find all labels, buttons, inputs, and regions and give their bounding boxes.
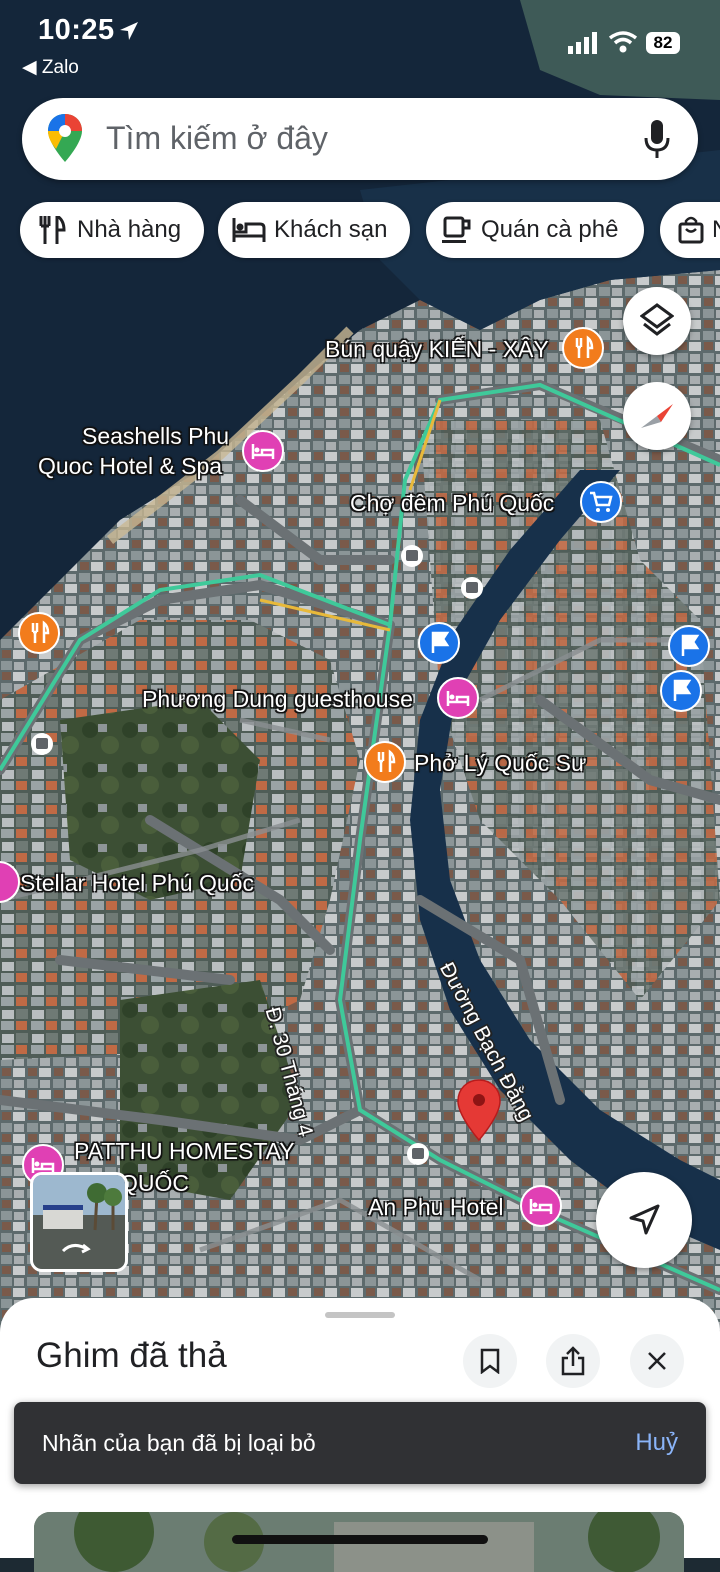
hotel-pin-icon[interactable] [520, 1185, 562, 1227]
location-arrow-icon [120, 22, 138, 40]
bus-stop-icon[interactable] [400, 544, 424, 568]
home-indicator[interactable] [232, 1535, 488, 1544]
snackbar: Nhãn của bạn đã bị loại bỏ Huỷ [14, 1402, 706, 1484]
sheet-title: Ghim đã thả [36, 1336, 227, 1375]
bus-stop-icon[interactable] [460, 576, 484, 600]
search-input[interactable]: Tìm kiếm ở đây [106, 120, 328, 157]
share-icon [561, 1346, 585, 1376]
place-label[interactable]: Bún quậy KIẾN - XÂY [325, 336, 549, 363]
restaurant-pin-icon[interactable] [562, 327, 604, 369]
battery-indicator: 82 [646, 32, 680, 54]
chip-hotels[interactable]: Khách sạn [218, 202, 410, 258]
close-icon [648, 1352, 666, 1370]
parking-flag-icon[interactable] [418, 622, 460, 664]
place-label[interactable]: Stellar Hotel Phú Quốc [20, 870, 254, 897]
status-bar: 10:25 ◀ Zalo 82 [0, 0, 720, 90]
place-label[interactable]: QUỐC [120, 1170, 189, 1197]
close-button[interactable] [630, 1334, 684, 1388]
chip-label: Quán cà phê [481, 216, 619, 243]
street-view-thumbnail[interactable] [30, 1172, 128, 1272]
save-button[interactable] [463, 1334, 517, 1388]
coffee-cup-icon [442, 216, 471, 243]
wifi-icon [608, 31, 638, 53]
back-to-app-link[interactable]: ◀ Zalo [22, 56, 79, 79]
parking-flag-icon[interactable] [668, 625, 710, 667]
dropped-pin-icon[interactable] [456, 1078, 502, 1142]
microphone-icon[interactable] [644, 120, 670, 158]
status-time: 10:25 [38, 14, 115, 46]
undo-button[interactable]: Huỷ [635, 1429, 678, 1457]
shopping-cart-icon[interactable] [580, 481, 622, 523]
chip-label: Khách sạn [274, 216, 388, 243]
cellular-signal-icon [568, 32, 597, 54]
place-label[interactable]: An Phu Hotel [368, 1194, 504, 1221]
place-label[interactable]: Chợ đêm Phú Quốc [350, 490, 554, 517]
my-location-button[interactable] [596, 1172, 692, 1268]
shopping-bag-icon [678, 216, 704, 244]
hotel-pin-icon[interactable] [437, 677, 479, 719]
share-button[interactable] [546, 1334, 600, 1388]
place-label[interactable]: Phở Lý Quốc Sư [414, 750, 586, 777]
chip-label: N [712, 202, 720, 258]
compass-button[interactable] [623, 382, 691, 450]
search-bar[interactable]: Tìm kiếm ở đây [22, 98, 698, 180]
place-label[interactable]: Quoc Hotel & Spa [38, 453, 222, 480]
bus-stop-icon[interactable] [30, 732, 54, 756]
parking-flag-icon[interactable] [660, 670, 702, 712]
chip-cafes[interactable]: Quán cà phê [426, 202, 644, 258]
bed-icon [232, 218, 266, 242]
layers-icon [640, 303, 674, 336]
restaurant-pin-icon[interactable] [364, 741, 406, 783]
snackbar-message: Nhãn của bạn đã bị loại bỏ [42, 1430, 316, 1456]
chip-label: Nhà hàng [77, 216, 182, 243]
place-label[interactable]: Seashells Phu [82, 423, 229, 450]
navigation-arrow-icon [629, 1204, 660, 1235]
fork-knife-icon [39, 216, 66, 244]
place-label[interactable]: PATTHU HOMESTAY [74, 1138, 295, 1165]
chip-shopping[interactable]: N [660, 202, 720, 258]
bookmark-icon [480, 1348, 500, 1374]
place-label[interactable]: Phương Dung guesthouse [142, 686, 413, 713]
bus-stop-icon[interactable] [406, 1142, 430, 1166]
restaurant-pin-icon[interactable] [18, 612, 60, 654]
category-chips: Nhà hàng Khách sạn Quán cà phê N [0, 202, 720, 258]
compass-icon [641, 404, 673, 428]
chip-restaurants[interactable]: Nhà hàng [20, 202, 204, 258]
layers-button[interactable] [623, 287, 691, 355]
sheet-drag-handle[interactable] [325, 1312, 395, 1318]
hotel-pin-icon[interactable] [242, 430, 284, 472]
maps-logo-icon [48, 114, 82, 162]
